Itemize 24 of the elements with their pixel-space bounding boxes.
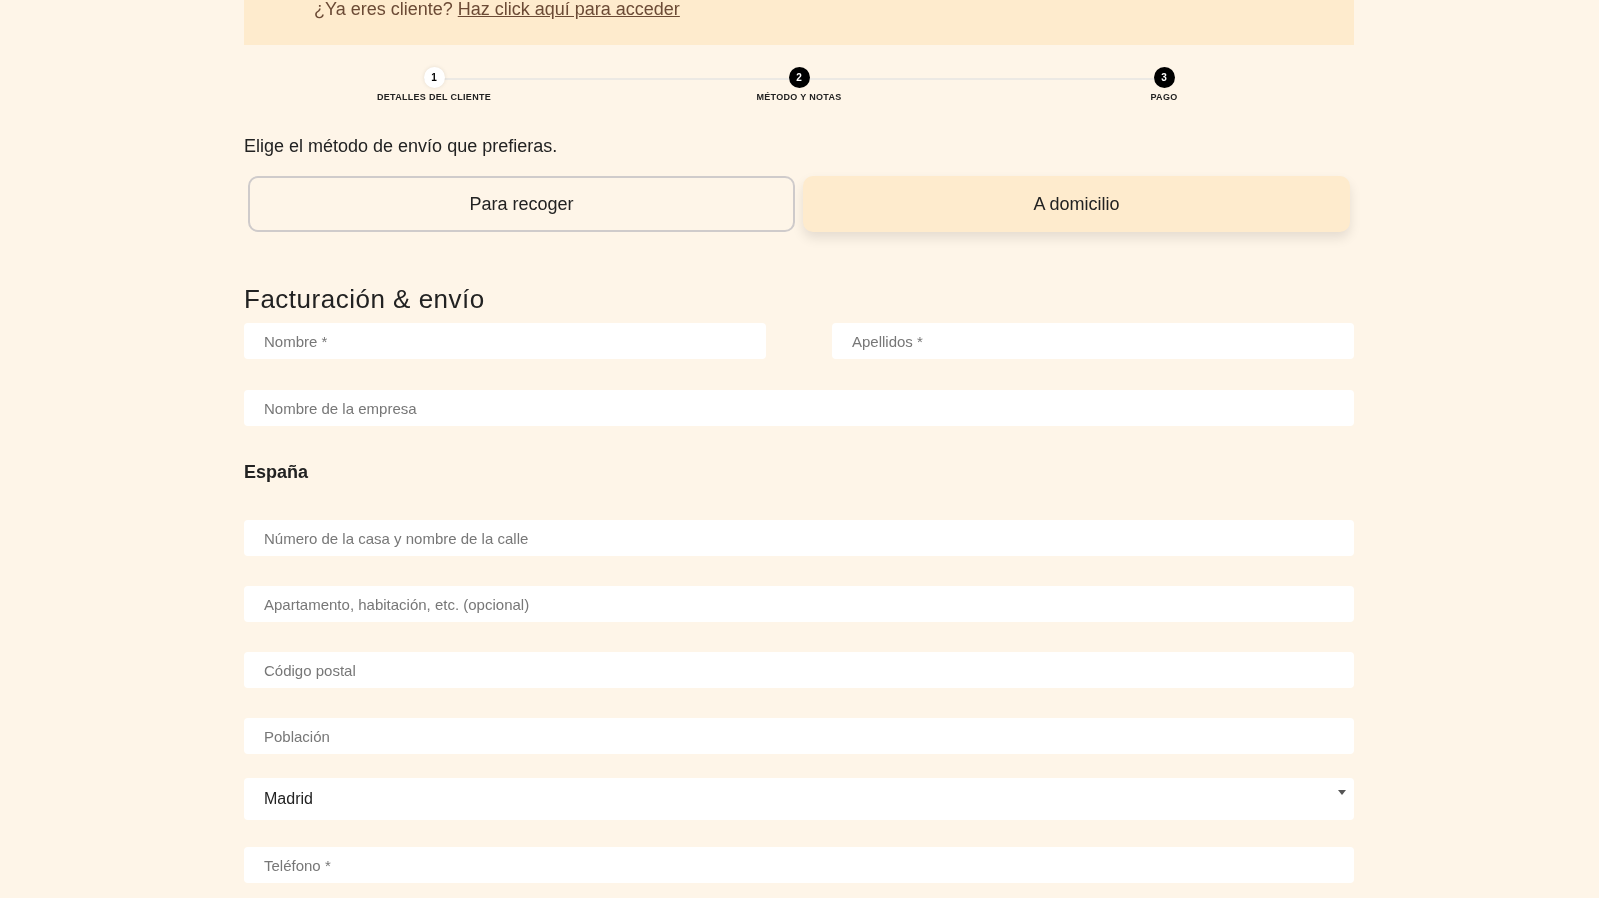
shipping-option-button[interactable]: A domicilio — [803, 176, 1350, 232]
name-field[interactable]: Apellidos * — [832, 323, 1354, 360]
step-label: MÉTODO Y NOTAS — [756, 91, 842, 104]
step-number: 2 — [788, 67, 810, 88]
shipping-option-button[interactable]: Para recoger — [248, 176, 795, 232]
shipping-prompt: Elige el método de envío que prefieras. — [244, 135, 559, 158]
address-field[interactable]: Código postal — [244, 652, 1354, 689]
section-title: Facturación & envío — [244, 284, 486, 316]
company-field[interactable]: Nombre de la empresa — [244, 390, 1354, 427]
select-value: Madrid — [264, 789, 313, 810]
province-select[interactable]: Madrid — [244, 778, 1354, 821]
login-notice: ¿Ya eres cliente? Haz click aquí para acceder — [314, 0, 680, 21]
country-label: España — [244, 461, 310, 485]
step-label: PAGO — [1150, 91, 1178, 104]
login-link[interactable]: Haz click aquí para acceder — [457, 0, 680, 19]
phone-field[interactable]: Teléfono * — [244, 847, 1354, 884]
caret-icon — [1338, 790, 1346, 796]
address-field[interactable]: Número de la casa y nombre de la calle — [244, 520, 1354, 557]
address-field[interactable]: Apartamento, habitación, etc. (opcional) — [244, 586, 1354, 623]
name-field[interactable]: Nombre * — [244, 323, 766, 360]
step-label: DETALLES DEL CLIENTE — [376, 91, 492, 104]
address-field[interactable]: Población — [244, 718, 1354, 755]
step-number: 1 — [423, 67, 445, 88]
step-number: 3 — [1153, 67, 1175, 88]
